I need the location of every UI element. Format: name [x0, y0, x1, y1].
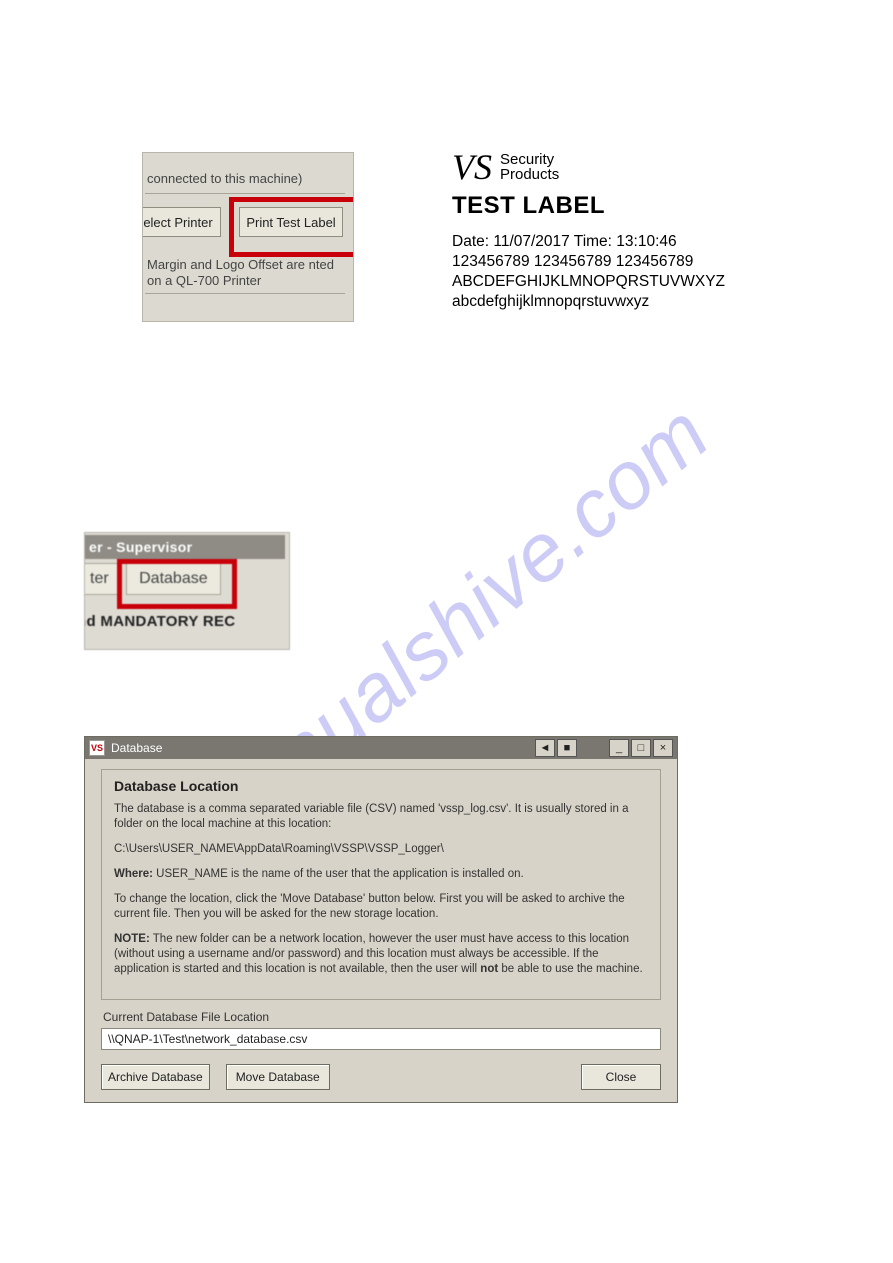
dialog-titlebar: VS Database ◄ ■ _ □ × [85, 737, 677, 759]
test-label-sample: VS Security Products TEST LABEL Date: 11… [452, 152, 782, 312]
move-database-button[interactable]: Move Database [226, 1064, 330, 1090]
window-title-fragment: er - Supervisor [84, 535, 285, 559]
printer-note: Margin and Logo Offset are nted on a QL-… [147, 257, 345, 289]
window-close-button[interactable]: × [653, 739, 673, 757]
titlebar-extra-button-2[interactable]: ■ [557, 739, 577, 757]
current-db-path-field[interactable] [101, 1028, 661, 1050]
database-dialog: VS Database ◄ ■ _ □ × Database Location … [84, 736, 678, 1103]
database-location-group: Database Location The database is a comm… [101, 769, 661, 1000]
divider-line [145, 193, 345, 194]
date-time-line: Date: 11/07/2017 Time: 13:10:46 [452, 232, 782, 252]
minimize-button[interactable]: _ [609, 739, 629, 757]
maximize-button[interactable]: □ [631, 739, 651, 757]
highlight-box [117, 559, 237, 609]
para-where: Where: USER_NAME is the name of the user… [114, 867, 648, 882]
vs-logo-text: VS [452, 152, 492, 182]
para-note: NOTE: The new folder can be a network lo… [114, 932, 648, 977]
screenshot-database-tab: er - Supervisor ter Database nd MANDATOR… [84, 532, 290, 650]
dialog-title: Database [111, 741, 162, 755]
numbers-line: 123456789 123456789 123456789 [452, 252, 782, 272]
divider-line [145, 293, 345, 294]
section-heading: Database Location [114, 778, 648, 794]
logo-line-security: Security [500, 152, 559, 167]
logo-line-products: Products [500, 167, 559, 182]
print-test-label-button[interactable]: Print Test Label [239, 207, 343, 237]
uppercase-line: ABCDEFGHIJKLMNOPQRSTUVWXYZ [452, 272, 782, 292]
test-label-heading: TEST LABEL [452, 192, 782, 220]
hint-connected: connected to this machine) [147, 171, 302, 186]
archive-database-button[interactable]: Archive Database [101, 1064, 210, 1090]
app-icon: VS [89, 740, 105, 756]
lowercase-line: abcdefghijklmnopqrstuvwxyz [452, 292, 782, 312]
select-printer-button[interactable]: elect Printer [142, 207, 221, 237]
para-change: To change the location, click the 'Move … [114, 892, 648, 922]
para-intro: The database is a comma separated variab… [114, 802, 648, 832]
screenshot-print-test-label: connected to this machine) elect Printer… [142, 152, 354, 322]
current-db-label: Current Database File Location [103, 1010, 661, 1024]
text-fragment-mandatory: nd MANDATORY REC [84, 613, 235, 630]
close-button[interactable]: Close [581, 1064, 661, 1090]
titlebar-extra-button-1[interactable]: ◄ [535, 739, 555, 757]
para-default-path: C:\Users\USER_NAME\AppData\Roaming\VSSP\… [114, 842, 648, 857]
